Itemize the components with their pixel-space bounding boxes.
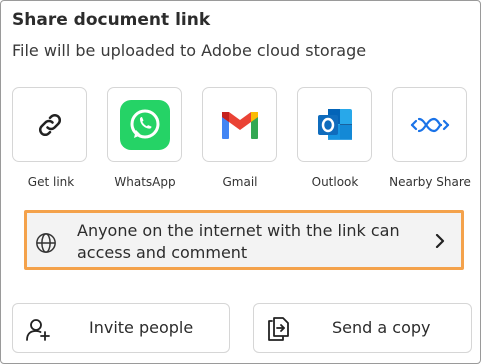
- share-dialog: Share document link File will be uploade…: [0, 0, 481, 364]
- get-link-tile[interactable]: [12, 87, 87, 162]
- link-access-text: Anyone on the internet with the link can…: [77, 221, 400, 262]
- nearby-share-tile[interactable]: [392, 87, 467, 162]
- add-person-icon: [26, 319, 50, 341]
- get-link-label: Get link: [27, 175, 75, 189]
- whatsapp-label: WhatsApp: [114, 175, 176, 189]
- gmail-tile[interactable]: [202, 87, 277, 162]
- chevron-right-icon: [435, 234, 445, 248]
- gmail-icon: [221, 111, 258, 139]
- send-a-copy-label: Send a copy: [332, 318, 431, 337]
- whatsapp-tile[interactable]: [107, 87, 182, 162]
- outlook-icon: [317, 108, 352, 140]
- gmail-label: Gmail: [222, 175, 258, 189]
- dialog-title: Share document link: [12, 10, 211, 30]
- send-copy-icon: [268, 317, 289, 341]
- link-icon: [38, 113, 61, 136]
- outlook-label: Outlook: [311, 175, 359, 189]
- globe-icon: [36, 233, 56, 253]
- nearby-share-label: Nearby Share: [389, 175, 471, 189]
- whatsapp-icon: [119, 99, 170, 150]
- dialog-subtitle: File will be uploaded to Adobe cloud sto…: [12, 41, 367, 60]
- link-access-setting[interactable]: Anyone on the internet with the link can…: [24, 210, 464, 270]
- outlook-tile[interactable]: [297, 87, 372, 162]
- nearby-share-icon: [410, 117, 449, 132]
- invite-people-button[interactable]: Invite people: [12, 303, 230, 353]
- invite-people-label: Invite people: [89, 318, 194, 337]
- send-a-copy-button[interactable]: Send a copy: [253, 303, 472, 353]
